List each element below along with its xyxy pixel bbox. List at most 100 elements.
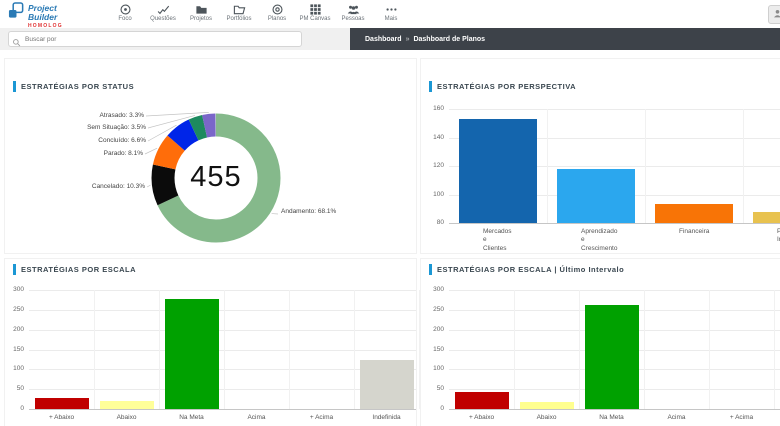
gridline: [29, 350, 416, 351]
y-tick-label: 100: [421, 191, 444, 199]
donut-leader-line: [147, 185, 150, 187]
grid-icon: [296, 3, 334, 16]
y-tick-label: 150: [421, 346, 444, 354]
x-category-label: Acima: [644, 414, 709, 422]
x-category-label: Indefinida: [354, 414, 419, 422]
breadcrumb-separator: »: [406, 36, 410, 43]
panel-estrategias-por-perspectiva: ESTRATÉGIAS POR PERSPECTIVA 80 100 120 140 1…: [420, 58, 780, 254]
gridline: [29, 330, 416, 331]
nav-item-foco[interactable]: Foco: [106, 3, 144, 22]
breadcrumb: Dashboard » Dashboard de Planos: [350, 28, 780, 50]
donut-leader-line: [146, 112, 209, 116]
gridline: [29, 369, 416, 370]
user-avatar-button[interactable]: [768, 5, 780, 24]
nav-item-projetos[interactable]: Projetos: [182, 3, 220, 22]
nav-item-label: Questões: [144, 16, 182, 22]
panel-accent: [429, 81, 432, 92]
y-tick-label: 100: [5, 365, 24, 373]
y-tick-label: 140: [421, 134, 444, 142]
ellipsis-icon: [372, 3, 410, 16]
breadcrumb-current: Dashboard de Planos: [413, 36, 485, 43]
nav-item-label: Portfólios: [220, 16, 258, 22]
gridline: [29, 389, 416, 390]
nav-item-label: Planos: [258, 16, 296, 22]
top-bar: Project Builder HOMOLOG FocoQuestõesProj…: [0, 0, 780, 28]
panel-accent: [13, 264, 16, 275]
donut-leader-line: [145, 148, 157, 154]
chart-bar-+-abaixo[interactable]: [35, 398, 89, 409]
chart-bar-abaixo[interactable]: [100, 401, 154, 409]
x-category-label: Abaixo: [94, 414, 159, 422]
logo-text: Project Builder: [28, 2, 63, 22]
double-check-icon: [144, 3, 182, 16]
x-category-label: + Acima: [709, 414, 774, 422]
gridline: [449, 290, 780, 291]
nav-item-mais[interactable]: Mais: [372, 3, 410, 22]
y-tick-label: 120: [421, 162, 444, 170]
column-gridline: [774, 290, 775, 409]
gridline: [449, 109, 780, 110]
y-tick-label: 80: [421, 219, 444, 227]
column-gridline: [94, 290, 95, 409]
chart-bar-na-meta[interactable]: [585, 305, 639, 409]
chart-bar-indefinida[interactable]: [360, 360, 414, 409]
panel-title: ESTRATÉGIAS POR ESCALA: [21, 265, 136, 274]
bar-chart-escala: 050100150200250300+ AbaixoAbaixoNa MetaA…: [5, 259, 416, 426]
column-gridline: [644, 290, 645, 409]
search-input[interactable]: [8, 31, 302, 47]
x-axis-line: [449, 223, 780, 224]
x-category-label: Mercados e Clientes: [483, 228, 512, 253]
disc-icon: [258, 3, 296, 16]
nav-item-portfolios[interactable]: Portfólios: [220, 3, 258, 22]
folder-icon: [182, 3, 220, 16]
nav-item-planos[interactable]: Planos: [258, 3, 296, 22]
project-builder-logo-icon: [8, 2, 25, 24]
chart-bar-financeira[interactable]: [655, 204, 733, 223]
donut-center-total: 455: [156, 161, 276, 194]
panel-estrategias-por-status: ESTRATÉGIAS POR STATUS Andamento: 68.1%C…: [4, 58, 417, 254]
x-category-label: Acima: [224, 414, 289, 422]
column-gridline: [709, 290, 710, 409]
x-category-label: + Abaixo: [29, 414, 94, 422]
chart-bar-processos[interactable]: [753, 212, 780, 223]
panel-accent: [13, 81, 16, 92]
sub-bar: Dashboard » Dashboard de Planos: [0, 28, 780, 50]
chart-bar-abaixo[interactable]: [520, 402, 574, 409]
app-logo[interactable]: Project Builder HOMOLOG: [8, 2, 63, 29]
panel-estrategias-por-escala: ESTRATÉGIAS POR ESCALA 05010015020025030…: [4, 258, 417, 426]
y-tick-label: 50: [5, 385, 24, 393]
column-gridline: [645, 109, 646, 223]
column-gridline: [514, 290, 515, 409]
breadcrumb-root-link[interactable]: Dashboard: [365, 36, 402, 43]
chart-bar-+-abaixo[interactable]: [455, 392, 509, 409]
chart-bar-na-meta[interactable]: [165, 299, 219, 409]
panel-title: ESTRATÉGIAS POR PERSPECTIVA: [437, 82, 576, 91]
main-nav: FocoQuestõesProjetosPortfóliosPlanosPM C…: [106, 3, 410, 22]
column-gridline: [159, 290, 160, 409]
gridline: [29, 290, 416, 291]
nav-item-pm-canvas[interactable]: PM Canvas: [296, 3, 334, 22]
nav-item-pessoas[interactable]: Pessoas: [334, 3, 372, 22]
nav-item-label: Mais: [372, 16, 410, 22]
y-tick-label: 300: [5, 286, 24, 294]
column-gridline: [289, 290, 290, 409]
x-axis-line: [449, 409, 780, 410]
x-category-label: Abaixo: [514, 414, 579, 422]
nav-item-questoes[interactable]: Questões: [144, 3, 182, 22]
chart-bar-aprendizado[interactable]: [557, 169, 635, 223]
chart-bar-mercados[interactable]: [459, 119, 537, 223]
search-area: [0, 28, 350, 50]
folder-open-icon: [220, 3, 258, 16]
panel-title: ESTRATÉGIAS POR STATUS: [21, 82, 134, 91]
y-tick-label: 0: [421, 405, 444, 413]
y-tick-label: 0: [5, 405, 24, 413]
y-tick-label: 160: [421, 105, 444, 113]
people-icon: [334, 3, 372, 16]
y-tick-label: 200: [421, 326, 444, 334]
nav-item-label: Foco: [106, 16, 144, 22]
person-icon: [772, 6, 780, 24]
page: Project Builder HOMOLOG FocoQuestõesProj…: [0, 0, 780, 426]
panel-title: ESTRATÉGIAS POR ESCALA | Último Interval…: [437, 265, 624, 274]
x-category-label: + Acima: [289, 414, 354, 422]
target-icon: [106, 3, 144, 16]
